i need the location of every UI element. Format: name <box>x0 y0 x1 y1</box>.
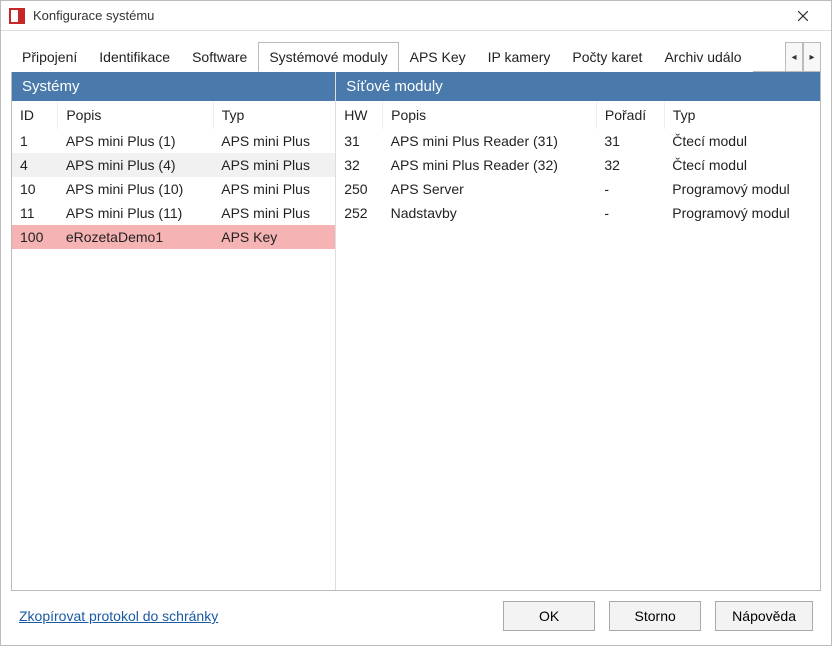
close-button[interactable] <box>783 2 823 30</box>
cell-typ: Programový modul <box>664 177 820 201</box>
cell-popis: APS mini Plus Reader (31) <box>383 129 597 153</box>
cell-typ: Programový modul <box>664 201 820 225</box>
cell-id: 11 <box>12 201 58 225</box>
systems-panel: Systémy ID Popis Typ 1APS mini Plus (1)A… <box>12 72 335 590</box>
window: Konfigurace systému Připojení Identifika… <box>0 0 832 646</box>
netmodules-col-typ[interactable]: Typ <box>664 101 820 129</box>
systems-col-popis[interactable]: Popis <box>58 101 213 129</box>
netmodules-panel: Síťové moduly HW Popis Pořadí Typ 31APS … <box>335 72 820 590</box>
help-button[interactable]: Nápověda <box>715 601 813 631</box>
netmodules-panel-title: Síťové moduly <box>336 72 820 101</box>
cell-popis: APS Server <box>383 177 597 201</box>
cell-popis: APS mini Plus Reader (32) <box>383 153 597 177</box>
tabstrip: Připojení Identifikace Software Systémov… <box>11 41 821 72</box>
cell-popis: APS mini Plus (4) <box>58 153 213 177</box>
panels: Systémy ID Popis Typ 1APS mini Plus (1)A… <box>11 72 821 591</box>
table-row[interactable]: 252Nadstavby-Programový modul <box>336 201 820 225</box>
tab-identifikace[interactable]: Identifikace <box>88 42 181 72</box>
tab-pocty-karet[interactable]: Počty karet <box>561 42 653 72</box>
netmodules-col-poradi[interactable]: Pořadí <box>596 101 664 129</box>
tab-software[interactable]: Software <box>181 42 258 72</box>
tab-ip-kamery[interactable]: IP kamery <box>477 42 562 72</box>
netmodules-table: HW Popis Pořadí Typ 31APS mini Plus Read… <box>336 101 820 225</box>
ok-button[interactable]: OK <box>503 601 595 631</box>
systems-col-typ[interactable]: Typ <box>213 101 335 129</box>
cell-popis: APS mini Plus (10) <box>58 177 213 201</box>
cell-hw: 31 <box>336 129 382 153</box>
systems-panel-title: Systémy <box>12 72 335 101</box>
cell-hw: 250 <box>336 177 382 201</box>
app-icon <box>9 8 25 24</box>
cell-id: 4 <box>12 153 58 177</box>
window-title: Konfigurace systému <box>33 8 783 23</box>
cell-popis: Nadstavby <box>383 201 597 225</box>
netmodules-col-hw[interactable]: HW <box>336 101 382 129</box>
cell-popis: APS mini Plus (11) <box>58 201 213 225</box>
cell-poradi: - <box>596 177 664 201</box>
cell-typ: Čtecí modul <box>664 129 820 153</box>
table-row[interactable]: 10APS mini Plus (10)APS mini Plus <box>12 177 335 201</box>
table-row[interactable]: 100eRozetaDemo1APS Key <box>12 225 335 249</box>
systems-table: ID Popis Typ 1APS mini Plus (1)APS mini … <box>12 101 335 249</box>
systems-panel-body: ID Popis Typ 1APS mini Plus (1)APS mini … <box>12 101 335 590</box>
titlebar: Konfigurace systému <box>1 1 831 31</box>
table-row[interactable]: 250APS Server-Programový modul <box>336 177 820 201</box>
tab-aps-key[interactable]: APS Key <box>399 42 477 72</box>
cell-poradi: 31 <box>596 129 664 153</box>
footer: Zkopírovat protokol do schránky OK Storn… <box>11 591 821 631</box>
cell-hw: 252 <box>336 201 382 225</box>
table-row[interactable]: 1APS mini Plus (1)APS mini Plus <box>12 129 335 153</box>
cancel-button[interactable]: Storno <box>609 601 701 631</box>
table-row[interactable]: 4APS mini Plus (4)APS mini Plus <box>12 153 335 177</box>
cell-typ: APS mini Plus <box>213 201 335 225</box>
cell-popis: APS mini Plus (1) <box>58 129 213 153</box>
tab-archiv-udalosti[interactable]: Archiv událo <box>653 42 752 72</box>
cell-typ: APS Key <box>213 225 335 249</box>
cell-popis: eRozetaDemo1 <box>58 225 213 249</box>
cell-typ: Čtecí modul <box>664 153 820 177</box>
tab-scroll: ◂ ▸ <box>785 41 821 71</box>
cell-typ: APS mini Plus <box>213 129 335 153</box>
tab-scroll-left[interactable]: ◂ <box>785 42 803 72</box>
table-row[interactable]: 32APS mini Plus Reader (32)32Čtecí modul <box>336 153 820 177</box>
cell-hw: 32 <box>336 153 382 177</box>
content: Připojení Identifikace Software Systémov… <box>1 31 831 645</box>
cell-id: 10 <box>12 177 58 201</box>
tab-scroll-right[interactable]: ▸ <box>803 42 821 72</box>
table-row[interactable]: 11APS mini Plus (11)APS mini Plus <box>12 201 335 225</box>
copy-protocol-link[interactable]: Zkopírovat protokol do schránky <box>19 608 489 624</box>
cell-id: 1 <box>12 129 58 153</box>
tab-pripojeni[interactable]: Připojení <box>11 42 88 72</box>
netmodules-panel-body: HW Popis Pořadí Typ 31APS mini Plus Read… <box>336 101 820 590</box>
cell-poradi: - <box>596 201 664 225</box>
cell-poradi: 32 <box>596 153 664 177</box>
netmodules-col-popis[interactable]: Popis <box>383 101 597 129</box>
table-row[interactable]: 31APS mini Plus Reader (31)31Čtecí modul <box>336 129 820 153</box>
cell-typ: APS mini Plus <box>213 153 335 177</box>
cell-typ: APS mini Plus <box>213 177 335 201</box>
cell-id: 100 <box>12 225 58 249</box>
tab-systemove-moduly[interactable]: Systémové moduly <box>258 42 398 72</box>
systems-col-id[interactable]: ID <box>12 101 58 129</box>
